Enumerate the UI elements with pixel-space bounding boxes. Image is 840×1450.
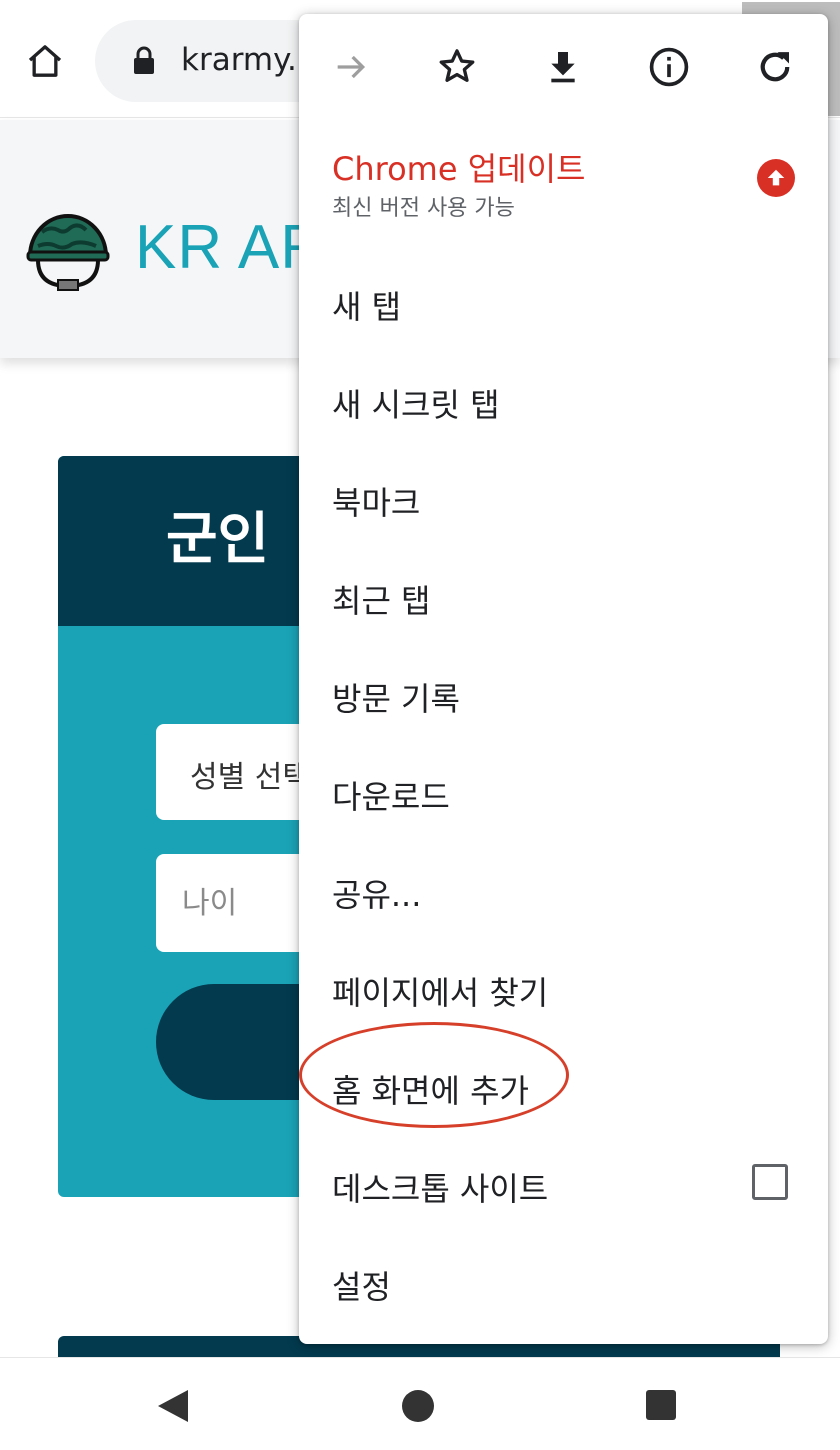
menu-item-label: 페이지에서 찾기 [332, 974, 549, 1012]
menu-item-label: 공유... [332, 876, 422, 914]
army-helmet-logo-icon [26, 214, 110, 291]
menu-item-share[interactable]: 공유... [299, 844, 828, 942]
card-title: 군인 [166, 507, 270, 572]
site-title[interactable]: KR AR [135, 212, 326, 283]
menu-item-label: 홈 화면에 추가 [332, 1072, 529, 1110]
menu-item-new-incognito-tab[interactable]: 새 시크릿 탭 [299, 354, 828, 452]
menu-item-desktop-site[interactable]: 데스크톱 사이트 [299, 1138, 828, 1236]
gender-select-value: 성별 선택 [190, 760, 310, 795]
menu-item-label: 설정 [332, 1268, 391, 1306]
info-icon [649, 47, 689, 87]
menu-item-new-tab[interactable]: 새 탭 [299, 256, 828, 354]
menu-item-label: 새 탭 [332, 288, 402, 326]
menu-item-label: 새 시크릿 탭 [332, 386, 500, 424]
menu-item-recent-tabs[interactable]: 최근 탭 [299, 550, 828, 648]
android-nav-bar [0, 1357, 840, 1450]
desktop-site-checkbox[interactable] [752, 1164, 788, 1200]
page-info-button[interactable] [640, 38, 698, 96]
bookmark-star-button[interactable] [428, 38, 486, 96]
menu-item-add-to-home-screen[interactable]: 홈 화면에 추가 [299, 1040, 828, 1138]
menu-item-label: 북마크 [332, 484, 421, 522]
download-icon [551, 52, 575, 83]
update-arrow-icon [757, 159, 795, 197]
menu-item-bookmarks[interactable]: 북마크 [299, 452, 828, 550]
download-page-button[interactable] [534, 38, 592, 96]
menu-item-find-in-page[interactable]: 페이지에서 찾기 [299, 942, 828, 1040]
url-text[interactable]: krarmy.r [181, 42, 310, 78]
recents-square-icon[interactable] [646, 1390, 676, 1420]
reload-button[interactable] [746, 38, 804, 96]
menu-item-history[interactable]: 방문 기록 [299, 648, 828, 746]
chrome-update-item[interactable]: Chrome 업데이트 최신 버전 사용 가능 [299, 134, 828, 244]
menu-icon-bar [299, 14, 828, 118]
menu-item-label: 다운로드 [332, 778, 450, 816]
menu-item-label: 최근 탭 [332, 582, 431, 620]
menu-item-label: 데스크톱 사이트 [332, 1170, 549, 1208]
home-button[interactable] [22, 38, 68, 84]
reload-icon [760, 52, 790, 82]
chrome-overflow-menu: Chrome 업데이트 최신 버전 사용 가능 새 탭 새 시크릿 탭 북마크 … [299, 14, 828, 1344]
update-subtitle: 최신 버전 사용 가능 [332, 196, 515, 221]
menu-item-label: 방문 기록 [332, 680, 460, 718]
forward-arrow-icon [337, 55, 366, 79]
lock-icon [134, 46, 154, 74]
home-icon [28, 45, 62, 77]
menu-item-downloads[interactable]: 다운로드 [299, 746, 828, 844]
home-circle-icon[interactable] [402, 1390, 434, 1422]
star-icon [439, 49, 475, 82]
update-title: Chrome 업데이트 [332, 150, 586, 188]
menu-item-settings[interactable]: 설정 [299, 1236, 828, 1334]
forward-button[interactable] [322, 38, 380, 96]
back-triangle-icon[interactable] [156, 1388, 190, 1424]
